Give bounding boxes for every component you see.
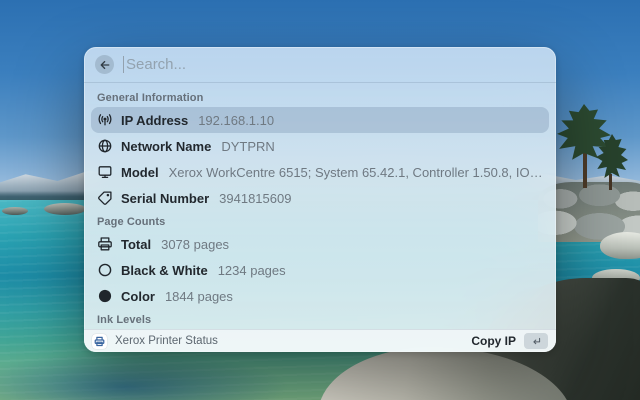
row-value: DYTPRN: [221, 138, 275, 154]
row-color-pages[interactable]: Color 1844 pages: [91, 283, 549, 309]
app-icon: [92, 333, 107, 349]
return-key-icon: [532, 337, 540, 344]
globe-icon: [97, 138, 113, 154]
row-total-pages[interactable]: Total 3078 pages: [91, 231, 549, 257]
small-rock: [44, 203, 86, 215]
row-label: Total: [121, 236, 152, 252]
section-header-page-counts: Page Counts: [97, 216, 166, 228]
row-label: Black & White: [121, 262, 208, 278]
row-serial-number[interactable]: Serial Number 3941815609: [91, 185, 549, 211]
row-value: 3941815609: [219, 190, 292, 206]
copy-ip-action[interactable]: Copy IP: [471, 334, 516, 348]
arrow-left-icon: [100, 60, 109, 69]
search-bar: Search...: [84, 47, 556, 83]
row-network-name[interactable]: Network Name DYTPRN: [91, 133, 549, 159]
row-label: Network Name: [121, 138, 212, 154]
circle-filled-icon: [97, 288, 113, 304]
results-list: General Information IP Address 192.168.1…: [84, 83, 556, 329]
launcher-window: Search... General Information IP Address…: [84, 47, 556, 352]
row-label: Serial Number: [121, 190, 210, 206]
row-ip-address[interactable]: IP Address 192.168.1.10: [91, 107, 549, 133]
row-value: 192.168.1.10: [198, 112, 275, 128]
row-label: Model: [121, 164, 159, 180]
return-key[interactable]: [524, 333, 548, 349]
text-caret: [123, 56, 124, 73]
monitor-icon: [97, 164, 113, 180]
boulder-in-water: [600, 232, 640, 259]
app-name: Xerox Printer Status: [115, 335, 218, 347]
row-value: Xerox WorkCentre 6515; System 65.42.1, C…: [168, 164, 543, 180]
row-value: 1844 pages: [164, 288, 233, 304]
row-value: 1234 pages: [217, 262, 286, 278]
section-header-general-information: General Information: [97, 92, 204, 104]
printer-icon: [94, 336, 105, 346]
row-black-white-pages[interactable]: Black & White 1234 pages: [91, 257, 549, 283]
tag-icon: [97, 190, 113, 206]
printer-icon: [97, 236, 113, 252]
pine-tree-trunk: [609, 174, 612, 190]
pine-tree-trunk: [583, 148, 587, 188]
circle-outline-icon: [97, 262, 113, 278]
section-header-ink-levels: Ink Levels: [97, 314, 152, 326]
row-label: IP Address: [121, 112, 189, 128]
row-label: Color: [121, 288, 155, 304]
small-rock: [2, 207, 28, 215]
antenna-radiowaves-icon: [97, 112, 113, 128]
footer-bar: Xerox Printer Status Copy IP: [84, 329, 556, 352]
back-button[interactable]: [95, 55, 114, 74]
row-value: 3078 pages: [161, 236, 230, 252]
search-input[interactable]: Search...: [126, 56, 186, 73]
row-model[interactable]: Model Xerox WorkCentre 6515; System 65.4…: [91, 159, 549, 185]
